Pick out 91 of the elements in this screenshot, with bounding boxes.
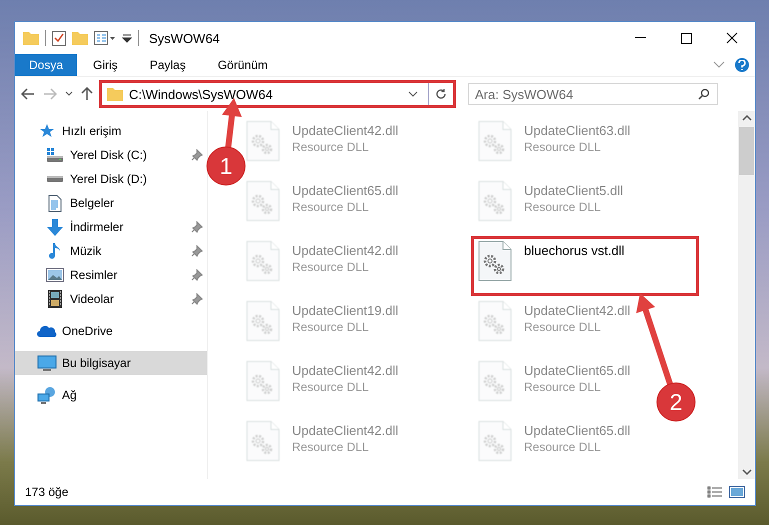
faded-file-icon [246,121,280,161]
faded-file-icon [246,181,280,221]
window-title: SysWOW64 [149,30,220,46]
download-arrow-icon [47,218,63,236]
file-name: UpdateClient65.dll [524,423,630,438]
file-type: Resource DLL [292,140,370,154]
faded-file-icon [478,361,512,401]
pin-icon[interactable] [191,221,203,233]
faded-file-icon [478,421,512,461]
picture-icon [46,268,64,282]
file-name: UpdateClient42.dll [524,303,630,318]
file-name: UpdateClient19.dll [292,303,398,318]
folder-icon [107,87,123,101]
nav-item[interactable]: Resimler [15,263,207,287]
search-field[interactable]: Ara: SysWOW64 [468,83,718,105]
nav-item[interactable]: Bu bilgisayar [15,351,207,375]
view-dropdown-icon[interactable] [94,31,116,45]
file-name: UpdateClient42.dll [292,243,398,258]
step-number-badge: 2 [656,382,696,422]
music-note-icon [49,242,61,260]
maximize-icon [680,32,692,44]
drive-icon [46,147,64,163]
film-icon [48,290,62,308]
help-icon[interactable] [735,58,749,72]
faded-file-icon [246,421,280,461]
gear-file-icon [478,241,512,281]
file-type: Resource DLL [524,320,602,334]
cloud-icon [37,325,57,337]
file-menu-tab[interactable]: Dosya [15,54,78,76]
pin-icon[interactable] [191,149,203,161]
monitor-icon [37,354,57,372]
faded-file-icon [478,121,512,161]
pin-icon[interactable] [191,269,203,281]
recent-locations-icon[interactable] [65,91,73,97]
address-bar[interactable]: C:\Windows\SysWOW64 [101,82,454,106]
nav-item[interactable]: Ağ [15,383,207,407]
file-type: Resource DLL [292,380,370,394]
nav-item[interactable]: OneDrive [15,319,207,343]
details-view-icon[interactable] [707,486,723,498]
document-icon [48,194,62,212]
item-count: 173 öğe [25,485,68,499]
nav-item[interactable]: Hızlı erişim [15,119,207,143]
file-type: Resource DLL [524,140,602,154]
search-icon [698,88,710,100]
refresh-icon[interactable] [435,88,447,100]
file-name: UpdateClient65.dll [524,363,630,378]
file-name: UpdateClient5.dll [524,183,624,198]
file-type: Resource DLL [292,320,370,334]
nav-item[interactable]: Videolar [15,287,207,311]
large-icons-view-icon[interactable] [729,486,745,498]
faded-file-icon [478,181,512,221]
faded-file-icon [246,301,280,341]
minimize-icon [634,37,646,39]
close-icon [726,32,738,44]
ribbon-tab[interactable]: Paylaş [134,54,202,76]
ribbon-tab[interactable]: Görünüm [202,54,284,76]
nav-item[interactable]: Belgeler [15,191,207,215]
file-item[interactable]: bluechorus vst.dll [472,237,698,295]
file-type: Resource DLL [292,260,370,274]
file-type: Resource DLL [292,440,370,454]
file-name: UpdateClient42.dll [292,363,398,378]
faded-file-icon [478,301,512,341]
file-type: Resource DLL [524,200,602,214]
network-icon [37,386,57,404]
up-arrow-icon[interactable] [81,87,93,101]
pin-icon[interactable] [191,293,203,305]
properties-icon[interactable] [52,30,66,46]
star-icon [39,123,55,139]
file-type: Resource DLL [524,380,602,394]
nav-item[interactable]: İndirmeler [15,215,207,239]
pin-icon[interactable] [191,245,203,257]
ribbon-tab[interactable]: Giriş [77,54,134,76]
customize-toolbar-icon[interactable] [122,33,132,43]
back-arrow-icon[interactable] [21,88,35,100]
faded-file-icon [246,361,280,401]
scrollbar[interactable] [738,111,755,479]
file-name: UpdateClient42.dll [292,423,398,438]
nav-item[interactable]: Yerel Disk (C:) [15,143,207,167]
file-name: UpdateClient63.dll [524,123,630,138]
file-name: bluechorus vst.dll [524,243,624,258]
drive-icon [46,175,64,183]
file-name: UpdateClient42.dll [292,123,398,138]
chevron-down-icon[interactable] [408,91,418,97]
faded-file-icon [246,241,280,281]
file-type: Resource DLL [292,200,370,214]
file-name: UpdateClient65.dll [292,183,398,198]
file-type: Resource DLL [524,440,602,454]
nav-item[interactable]: Müzik [15,239,207,263]
nav-item[interactable]: Yerel Disk (D:) [15,167,207,191]
step-number-badge: 1 [206,146,246,186]
scrollbar-thumb[interactable] [739,127,754,175]
